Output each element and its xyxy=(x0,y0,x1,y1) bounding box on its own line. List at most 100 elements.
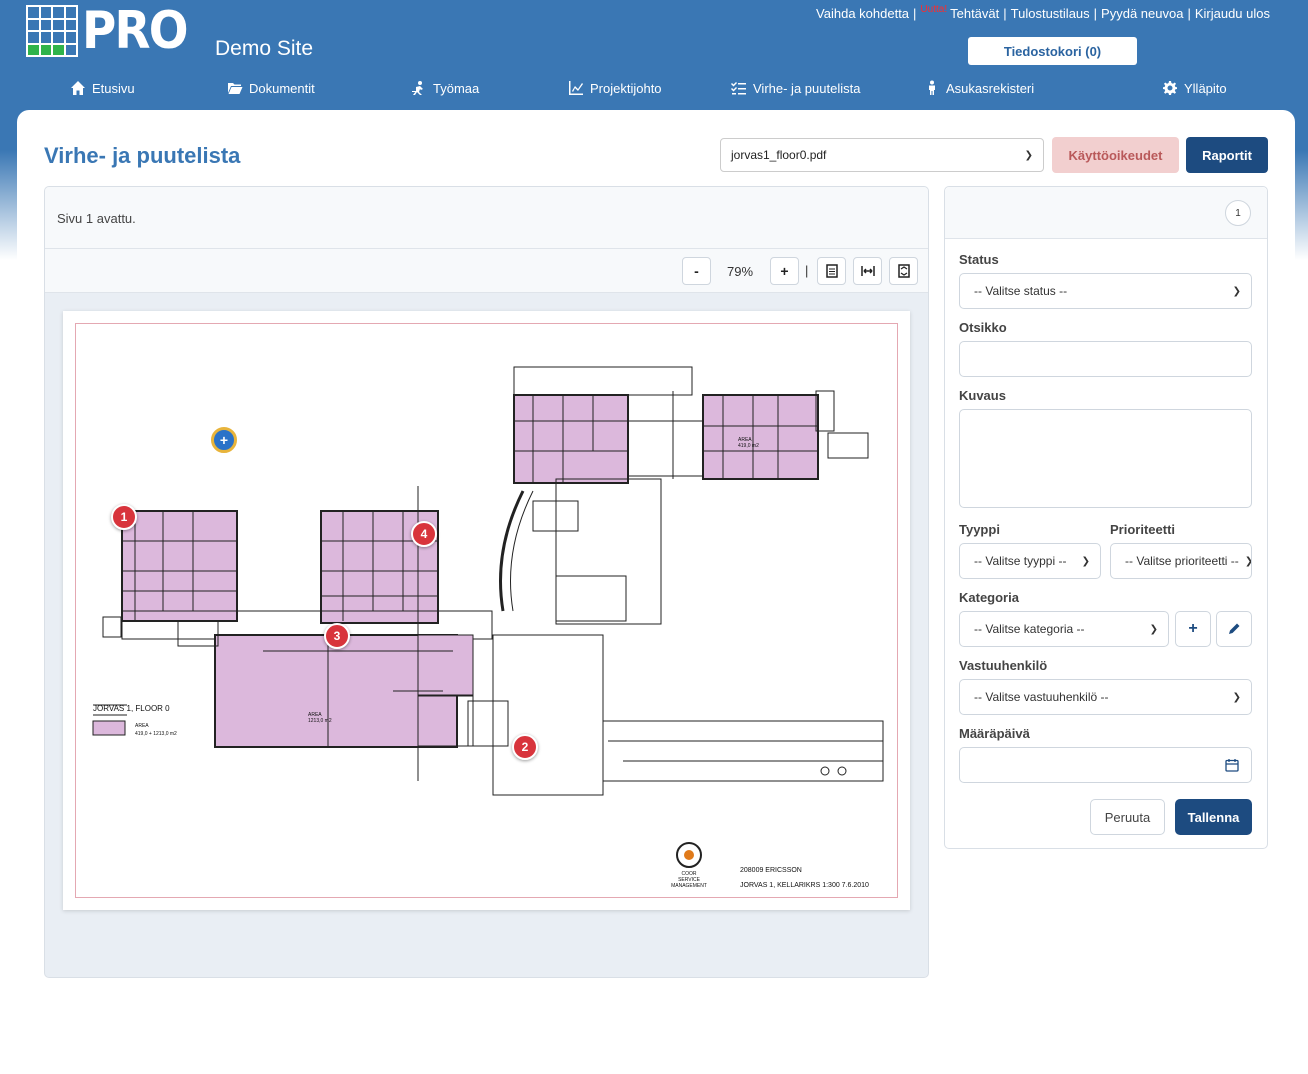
file-cart-button[interactable]: Tiedostokori (0) xyxy=(968,37,1137,65)
defect-form: 1 Status -- Valitse status -- ❯ Otsikko … xyxy=(944,186,1268,849)
due-date-input[interactable] xyxy=(959,747,1252,783)
pencil-icon xyxy=(1229,623,1240,634)
defect-marker[interactable]: 3 xyxy=(324,623,350,649)
area-value-1: 419,0 m2 xyxy=(738,443,759,449)
nav-label: Asukasrekisteri xyxy=(946,80,1035,96)
company-line-3: MANAGEMENT xyxy=(671,883,707,889)
permissions-button[interactable]: Käyttöoikeudet xyxy=(1052,137,1179,173)
defect-marker[interactable]: 1 xyxy=(111,504,137,530)
area-value-2: 1213,0 m2 xyxy=(308,718,332,724)
document-viewer: Sivu 1 avattu. - 79% + | JORVAS 1, FLOOR… xyxy=(44,186,929,978)
nav-item-documents[interactable]: Dokumentit xyxy=(227,80,315,96)
link-print-order[interactable]: Tulostustilaus xyxy=(1011,6,1090,21)
company-logo-icon xyxy=(676,842,702,868)
save-button[interactable]: Tallenna xyxy=(1175,799,1252,835)
site-title: Demo Site xyxy=(215,37,314,60)
edit-category-button[interactable] xyxy=(1216,611,1252,647)
nav-item-admin[interactable]: Ylläpito xyxy=(1162,80,1227,96)
nav-item-worksite[interactable]: Työmaa xyxy=(411,80,479,96)
checklist-icon xyxy=(731,82,746,95)
toolbar-separator: | xyxy=(805,263,809,278)
file-select[interactable]: jorvas1_floor0.pdf ❯ xyxy=(720,138,1044,172)
reports-button[interactable]: Raportit xyxy=(1186,137,1268,173)
home-icon xyxy=(71,81,85,95)
responsible-select[interactable]: -- Valitse vastuuhenkilö -- ❯ xyxy=(959,679,1252,715)
chevron-down-icon: ❯ xyxy=(1232,691,1241,703)
pdf-page[interactable]: JORVAS 1, FLOOR 0 AREA 419,0 + 1213,0 m2… xyxy=(63,311,910,910)
legend-area-value: 419,0 + 1213,0 m2 xyxy=(135,731,177,737)
priority-label: Prioriteetti xyxy=(1110,522,1176,537)
chevron-down-icon: ❯ xyxy=(1232,285,1241,297)
zoom-in-button[interactable]: + xyxy=(770,257,799,285)
status-select-value: -- Valitse status -- xyxy=(974,284,1068,298)
file-select-value: jorvas1_floor0.pdf xyxy=(731,148,827,162)
project-line: JORVAS 1, KELLARIKRS 1:300 7.6.2010 xyxy=(740,882,869,889)
top-links: Vaihda kohdetta | Uutta! Tehtävät | Tulostust… xyxy=(816,4,1270,21)
link-change-site[interactable]: Vaihda kohdetta xyxy=(816,6,909,21)
defect-marker[interactable]: 2 xyxy=(512,734,538,760)
nav-label: Ylläpito xyxy=(1184,80,1227,96)
viewer-status-message: Sivu 1 avattu. xyxy=(45,187,928,249)
type-select-value: -- Valitse tyyppi -- xyxy=(974,554,1067,568)
title-label: Otsikko xyxy=(959,320,1007,335)
chevron-down-icon: ❯ xyxy=(1149,623,1158,635)
form-header: 1 xyxy=(945,187,1267,239)
gear-icon xyxy=(1163,81,1177,95)
plan-title: JORVAS 1, FLOOR 0 xyxy=(93,704,170,713)
new-badge: Uutta! xyxy=(920,4,948,15)
link-tasks[interactable]: Tehtävät xyxy=(950,6,999,21)
zoom-level: 79% xyxy=(727,264,754,279)
cancel-button[interactable]: Peruuta xyxy=(1090,799,1165,835)
chart-icon xyxy=(569,81,583,95)
nav-item-defect-list[interactable]: Virhe- ja puutelista xyxy=(731,80,860,96)
fullscreen-icon xyxy=(897,264,910,278)
status-select[interactable]: -- Valitse status -- ❯ xyxy=(959,273,1252,309)
defect-marker[interactable]: 4 xyxy=(411,521,437,547)
add-category-button[interactable]: + xyxy=(1175,611,1211,647)
logo-grid-icon xyxy=(26,5,78,57)
worker-icon xyxy=(412,81,423,95)
zoom-out-button[interactable]: - xyxy=(682,257,711,285)
responsible-label: Vastuuhenkilö xyxy=(959,658,1048,673)
chevron-down-icon: ❯ xyxy=(1024,149,1033,161)
page-number-badge: 1 xyxy=(1225,200,1251,226)
pro-logo[interactable]: PRO xyxy=(26,5,198,57)
add-marker-button[interactable]: + xyxy=(211,427,237,453)
nav-label: Etusivu xyxy=(92,80,135,96)
link-logout[interactable]: Kirjaudu ulos xyxy=(1195,6,1270,21)
priority-select-value: -- Valitse prioriteetti -- xyxy=(1125,554,1239,568)
category-label: Kategoria xyxy=(959,590,1019,605)
description-label: Kuvaus xyxy=(959,388,1006,403)
page-icon xyxy=(825,264,838,278)
type-label: Tyyppi xyxy=(959,522,1000,537)
priority-select[interactable]: -- Valitse prioriteetti -- ❯ xyxy=(1110,543,1252,579)
legend-area-label: AREA xyxy=(135,723,149,729)
nav-label: Työmaa xyxy=(433,80,480,96)
description-textarea[interactable] xyxy=(959,409,1252,508)
fit-width-button[interactable] xyxy=(853,257,882,285)
link-ask-help[interactable]: Pyydä neuvoa xyxy=(1101,6,1183,21)
viewer-toolbar: - 79% + | xyxy=(45,249,928,293)
nav-item-home[interactable]: Etusivu xyxy=(70,80,135,96)
person-icon xyxy=(929,80,935,95)
floor-plan-drawing: JORVAS 1, FLOOR 0 AREA 419,0 + 1213,0 m2… xyxy=(92,366,884,889)
type-select[interactable]: -- Valitse tyyppi -- ❯ xyxy=(959,543,1101,579)
main-nav: Etusivu Dokumentit Työmaa Projektijohto … xyxy=(0,80,1308,100)
nav-item-resident-register[interactable]: Asukasrekisteri xyxy=(924,80,1034,96)
chevron-down-icon: ❯ xyxy=(1245,556,1251,567)
fit-page-button[interactable] xyxy=(817,257,846,285)
title-input[interactable] xyxy=(959,341,1252,377)
project-code: 208009 ERICSSON xyxy=(740,867,802,874)
nav-label: Projektijohto xyxy=(590,80,662,96)
nav-item-project-management[interactable]: Projektijohto xyxy=(568,80,662,96)
category-select[interactable]: -- Valitse kategoria -- ❯ xyxy=(959,611,1169,647)
fullscreen-button[interactable] xyxy=(889,257,918,285)
logo-text: PRO xyxy=(82,1,189,61)
page-title: Virhe- ja puutelista xyxy=(44,143,241,168)
app-header: PRO Demo Site Vaihda kohdetta | Uutta! Teht… xyxy=(0,0,1308,110)
calendar-icon[interactable] xyxy=(1225,758,1239,772)
nav-label: Virhe- ja puutelista xyxy=(753,80,861,96)
due-date-label: Määräpäivä xyxy=(959,726,1030,741)
chevron-down-icon: ❯ xyxy=(1081,555,1090,567)
folder-icon xyxy=(228,83,243,94)
